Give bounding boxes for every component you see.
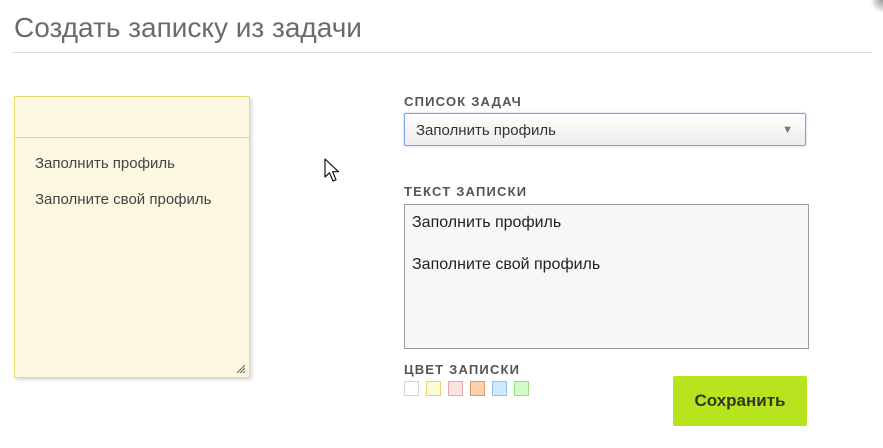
save-button[interactable]: Сохранить xyxy=(673,376,807,426)
color-swatch-yellow[interactable] xyxy=(426,381,441,396)
resize-grip-icon[interactable] xyxy=(235,363,245,373)
note-text-area[interactable]: Заполнить профиль Заполните свой профиль xyxy=(404,204,809,349)
color-swatch-green[interactable] xyxy=(514,381,529,396)
task-list-select[interactable]: Заполнить профиль ▼ xyxy=(404,113,806,146)
triangle-down-icon: ▼ xyxy=(782,124,793,136)
task-list-label: СПИСОК ЗАДАЧ xyxy=(404,94,523,109)
title-divider xyxy=(12,52,872,53)
note-text-blank-line xyxy=(412,233,801,255)
color-swatch-pink[interactable] xyxy=(448,381,463,396)
note-text-label: ТЕКСТ ЗАПИСКИ xyxy=(404,184,528,199)
note-color-label: ЦВЕТ ЗАПИСКИ xyxy=(404,362,521,377)
note-preview-line: Заполните свой профиль xyxy=(35,191,212,208)
window-corner xyxy=(871,0,883,12)
note-preview-line: Заполнить профиль xyxy=(35,155,175,172)
color-swatch-blue[interactable] xyxy=(492,381,507,396)
sticky-note-header xyxy=(15,97,249,138)
mouse-cursor-icon xyxy=(324,158,340,182)
task-list-selected-value: Заполнить профиль xyxy=(416,122,556,139)
color-swatch-white[interactable] xyxy=(404,381,419,396)
page-title: Создать записку из задачи xyxy=(14,12,362,43)
sticky-note-preview: Заполнить профиль Заполните свой профиль xyxy=(14,96,250,378)
note-text-line: Заполните свой профиль xyxy=(412,256,601,273)
note-text-line: Заполнить профиль xyxy=(412,214,562,231)
color-swatch-orange[interactable] xyxy=(470,381,485,396)
